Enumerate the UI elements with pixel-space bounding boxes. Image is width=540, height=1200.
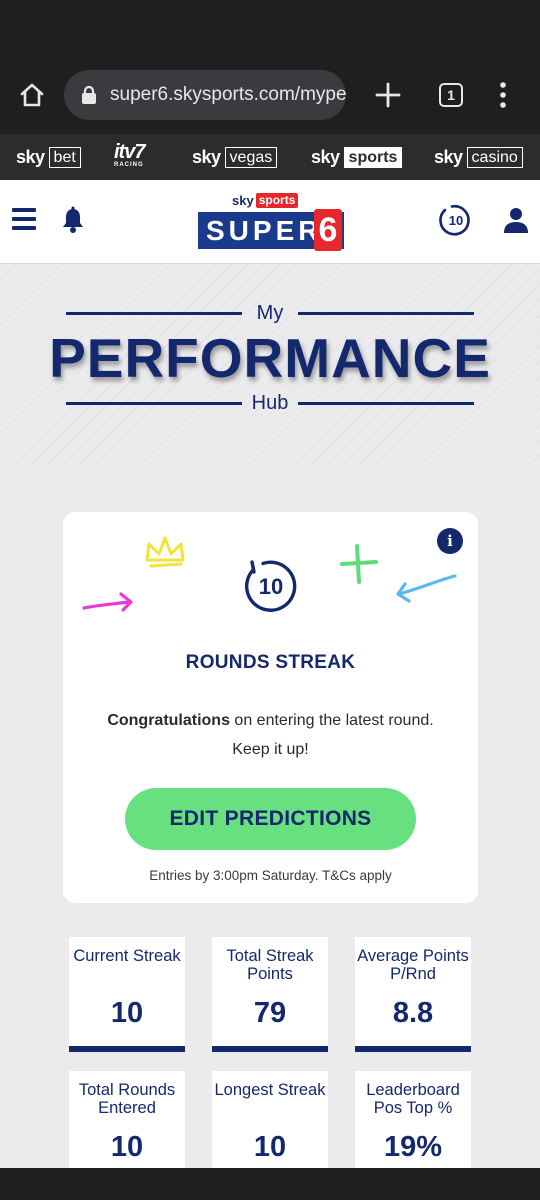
- address-bar[interactable]: super6.skysports.com/mypе: [64, 70, 346, 120]
- skycasino-link[interactable]: sky casino: [434, 144, 523, 170]
- congrats-bold: Congratulations: [107, 712, 230, 729]
- home-icon: [20, 83, 44, 107]
- brand-sky: sky: [192, 146, 221, 167]
- brand-box: sports: [343, 146, 403, 168]
- edit-predictions-button[interactable]: EDIT PREDICTIONS: [125, 788, 416, 850]
- stat-label: Average Points P/Rnd: [357, 947, 469, 983]
- browser-toolbar: super6.skysports.com/mypе 1: [0, 56, 540, 134]
- stat-label: Longest Streak: [214, 1081, 326, 1099]
- brand-sky: sky: [16, 146, 45, 167]
- plus-doodle-icon: [340, 544, 378, 584]
- crown-doodle-icon: [145, 536, 185, 568]
- stat-value: 8.8: [392, 997, 434, 1029]
- hero-title: PERFORMANCE: [49, 327, 491, 389]
- status-bar: [0, 0, 540, 56]
- more-vert-icon: [500, 82, 506, 108]
- stat-card-average-points: Average Points P/Rnd 8.8: [355, 937, 471, 1052]
- new-tab-button[interactable]: [370, 77, 406, 113]
- user-icon[interactable]: [502, 206, 530, 234]
- stat-label: Leaderboard Pos Top %: [366, 1081, 460, 1117]
- stat-value: 19%: [383, 1131, 443, 1163]
- streak-counter-value: 10: [259, 574, 283, 599]
- brand-box: vegas: [224, 146, 278, 168]
- arrow-left-doodle-icon: [396, 574, 457, 603]
- plus-icon: [375, 82, 401, 108]
- brand-box: bet: [48, 146, 81, 168]
- tab-count: 1: [439, 83, 463, 107]
- brand-sky: sky: [434, 146, 463, 167]
- hero-bottom-text: Hub: [251, 392, 289, 414]
- stat-card-total-streak-points: Total Streak Points 79: [212, 937, 328, 1052]
- url-text: super6.skysports.com/mypе: [110, 84, 346, 105]
- lock-icon: [82, 85, 96, 104]
- brand-bar: sky bet itv7 RACING sky vegas sky sports…: [0, 134, 540, 180]
- stat-value: 10: [253, 1131, 287, 1163]
- system-nav-bar: [0, 1168, 540, 1200]
- itv7-logo: itv7 RACING: [114, 141, 145, 168]
- logo-super6: SUPER 6: [198, 209, 344, 251]
- entries-deadline-note: Entries by 3:00pm Saturday. T&Cs apply: [149, 868, 392, 883]
- rounds-streak-card: i 10 ROUNDS STREAK Congratulations on en…: [63, 512, 478, 903]
- brand-sky: sky: [311, 146, 340, 167]
- stat-accent-bar: [355, 1046, 471, 1052]
- stat-value: 10: [110, 997, 144, 1029]
- stat-card-longest-streak: Longest Streak 10: [212, 1071, 328, 1168]
- stat-card-leaderboard-position: Leaderboard Pos Top % 19%: [355, 1071, 471, 1168]
- stat-accent-bar: [69, 1046, 185, 1052]
- stat-label: Current Streak: [73, 947, 181, 965]
- hero-top-text: My: [256, 302, 284, 324]
- itv7-link[interactable]: itv7 RACING: [114, 141, 145, 168]
- skybet-link[interactable]: sky bet: [16, 144, 81, 170]
- performance-hub-hero: My PERFORMANCE Hub: [0, 264, 540, 464]
- stat-value: 79: [253, 997, 287, 1029]
- tab-switcher-button[interactable]: 1: [434, 78, 468, 112]
- streak-counter-icon: 10: [245, 560, 297, 612]
- stat-card-current-streak: Current Streak 10: [69, 937, 185, 1052]
- stat-label: Total Streak Points: [226, 947, 314, 983]
- super6-logo[interactable]: sky sports SUPER 6: [198, 192, 344, 252]
- stat-value: 10: [110, 1131, 144, 1163]
- hero-divider: [66, 402, 242, 405]
- rounds-streak-title: ROUNDS STREAK: [185, 652, 356, 673]
- bell-icon[interactable]: [60, 206, 86, 234]
- logo-skysports: sky sports: [232, 192, 299, 209]
- skyvegas-link[interactable]: sky vegas: [192, 144, 278, 170]
- streak-badge-icon[interactable]: 10: [438, 202, 474, 238]
- menu-icon[interactable]: [12, 208, 36, 232]
- stat-card-total-rounds: Total Rounds Entered 10: [69, 1071, 185, 1168]
- streak-badge-count: 10: [449, 213, 463, 228]
- browser-menu-button[interactable]: [488, 77, 518, 113]
- info-icon[interactable]: i: [437, 528, 463, 554]
- stat-label: Total Rounds Entered: [78, 1081, 176, 1117]
- congrats-text: on entering the latest round. Keep it up…: [229, 712, 434, 758]
- hero-divider: [298, 402, 474, 405]
- skysports-link[interactable]: sky sports: [311, 144, 403, 170]
- hero-divider: [298, 312, 474, 315]
- congrats-message: Congratulations on entering the latest r…: [93, 706, 448, 764]
- hero-divider: [66, 312, 242, 315]
- arrow-doodle-icon: [82, 592, 133, 612]
- brand-box: casino: [466, 146, 523, 168]
- home-button[interactable]: [14, 77, 50, 113]
- stat-accent-bar: [212, 1046, 328, 1052]
